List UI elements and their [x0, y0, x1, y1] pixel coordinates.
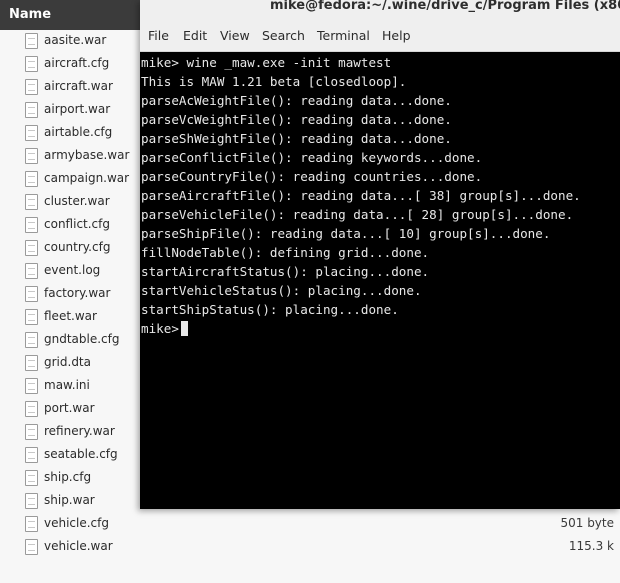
terminal-line: parseAircraftFile(): reading data...[ 38…: [141, 188, 581, 203]
file-icon: [25, 79, 38, 95]
terminal-line: parseShipFile(): reading data...[ 10] gr…: [141, 226, 551, 241]
terminal-line: parseConflictFile(): reading keywords...…: [141, 150, 483, 165]
terminal-window[interactable]: mike@fedora:~/.wine/drive_c/Program File…: [140, 0, 620, 509]
terminal-menu-bar: File Edit View Search Terminal Help: [140, 20, 620, 52]
terminal-cursor: [180, 321, 188, 336]
file-icon: [25, 493, 38, 509]
terminal-line: mike> wine _maw.exe -init mawtest: [141, 55, 392, 70]
file-icon: [25, 355, 38, 371]
file-name: fleet.war: [44, 309, 97, 323]
column-header-name[interactable]: Name: [9, 7, 51, 22]
file-name: vehicle.war: [44, 539, 113, 553]
file-icon: [25, 309, 38, 325]
file-name: event.log: [44, 263, 101, 277]
file-name: airport.war: [44, 102, 111, 116]
file-name: factory.war: [44, 286, 111, 300]
file-icon: [25, 125, 38, 141]
file-name: aircraft.war: [44, 79, 113, 93]
menu-search[interactable]: Search: [262, 28, 305, 43]
terminal-line: This is MAW 1.21 beta [closedloop].: [141, 74, 407, 89]
file-icon: [25, 539, 38, 555]
file-icon: [25, 263, 38, 279]
file-name: vehicle.cfg: [44, 516, 109, 530]
file-size: 501 byte: [560, 516, 614, 530]
file-row[interactable]: vehicle.cfg 501 byte: [0, 513, 620, 536]
file-name: aircraft.cfg: [44, 56, 110, 70]
file-icon: [25, 378, 38, 394]
file-icon: [25, 516, 38, 532]
file-name: grid.dta: [44, 355, 91, 369]
file-icon: [25, 424, 38, 440]
menu-file[interactable]: File: [148, 28, 169, 43]
file-icon: [25, 148, 38, 164]
file-name: seatable.cfg: [44, 447, 118, 461]
file-icon: [25, 217, 38, 233]
terminal-line: startShipStatus(): placing...done.: [141, 302, 399, 317]
terminal-prompt: mike>: [141, 321, 179, 336]
terminal-output[interactable]: mike> wine _maw.exe -init mawtest This is…: [140, 52, 620, 509]
file-name: country.cfg: [44, 240, 111, 254]
file-name: armybase.war: [44, 148, 130, 162]
menu-terminal[interactable]: Terminal: [317, 28, 370, 43]
file-name: airtable.cfg: [44, 125, 113, 139]
file-icon: [25, 332, 38, 348]
terminal-title-bar[interactable]: mike@fedora:~/.wine/drive_c/Program File…: [140, 0, 620, 20]
file-name: conflict.cfg: [44, 217, 110, 231]
menu-edit[interactable]: Edit: [183, 28, 207, 43]
file-icon: [25, 240, 38, 256]
terminal-line: parseCountryFile(): reading countries...…: [141, 169, 483, 184]
terminal-line: parseAcWeightFile(): reading data...done…: [141, 93, 452, 108]
file-icon: [25, 33, 38, 49]
file-icon: [25, 447, 38, 463]
file-icon: [25, 286, 38, 302]
file-name: gndtable.cfg: [44, 332, 120, 346]
file-name: ship.cfg: [44, 470, 92, 484]
terminal-line: startAircraftStatus(): placing...done.: [141, 264, 430, 279]
file-name: campaign.war: [44, 171, 130, 185]
terminal-line: parseVcWeightFile(): reading data...done…: [141, 112, 452, 127]
file-icon: [25, 102, 38, 118]
file-name: aasite.war: [44, 33, 107, 47]
file-icon: [25, 401, 38, 417]
file-row[interactable]: vehicle.war 115.3 k: [0, 536, 620, 559]
menu-help[interactable]: Help: [382, 28, 411, 43]
file-icon: [25, 56, 38, 72]
file-icon: [25, 194, 38, 210]
file-size: 115.3 k: [568, 539, 614, 553]
file-name: refinery.war: [44, 424, 115, 438]
terminal-line: parseShWeightFile(): reading data...done…: [141, 131, 452, 146]
file-icon: [25, 171, 38, 187]
terminal-line: parseVehicleFile(): reading data...[ 28]…: [141, 207, 574, 222]
terminal-line: startVehicleStatus(): placing...done.: [141, 283, 422, 298]
file-name: maw.ini: [44, 378, 90, 392]
window-title: mike@fedora:~/.wine/drive_c/Program File…: [270, 0, 620, 13]
file-name: ship.war: [44, 493, 95, 507]
menu-view[interactable]: View: [220, 28, 250, 43]
terminal-prompt-line[interactable]: mike>: [141, 319, 188, 338]
terminal-line: fillNodeTable(): defining grid...done.: [141, 245, 430, 260]
file-name: cluster.war: [44, 194, 110, 208]
file-name: port.war: [44, 401, 95, 415]
file-icon: [25, 470, 38, 486]
